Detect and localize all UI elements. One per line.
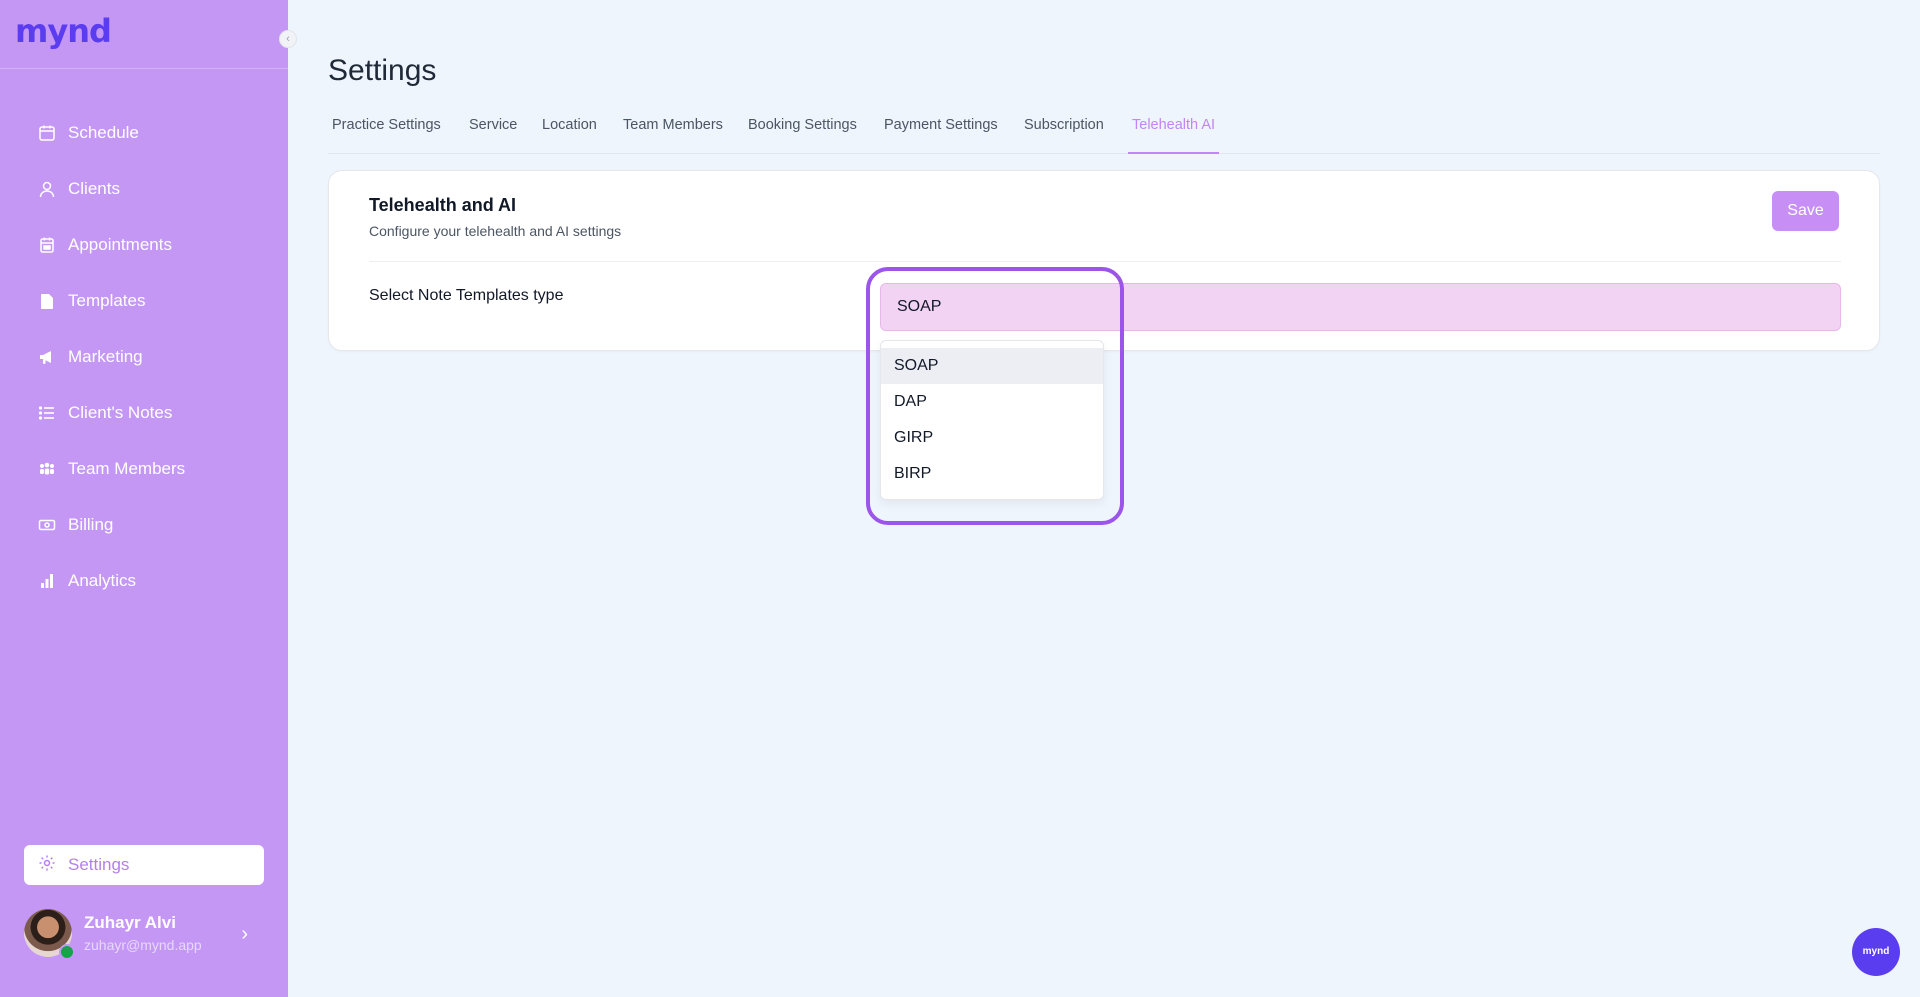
tab-practice-settings[interactable]: Practice Settings bbox=[328, 111, 445, 154]
bar-chart-icon bbox=[38, 572, 56, 590]
calendar-icon bbox=[38, 124, 56, 142]
chevron-left-icon: ‹ bbox=[286, 33, 290, 45]
tab-telehealth-ai[interactable]: Telehealth AI bbox=[1128, 111, 1220, 154]
save-button[interactable]: Save bbox=[1772, 191, 1839, 231]
sidebar-item-label: Team Members bbox=[68, 459, 186, 478]
cash-icon bbox=[38, 516, 56, 534]
user-email: zuhayr@mynd.app bbox=[84, 937, 202, 953]
tab-service[interactable]: Service bbox=[465, 111, 521, 154]
note-template-type-select[interactable]: SOAP bbox=[880, 283, 1841, 331]
sidebar-item-label: Schedule bbox=[68, 123, 139, 142]
team-icon bbox=[38, 460, 56, 478]
sidebar-item-label: Clients bbox=[68, 179, 120, 198]
sidebar-divider bbox=[0, 68, 288, 69]
note-template-type-dropdown: SOAP DAP GIRP BIRP bbox=[880, 340, 1104, 500]
page-title: Settings bbox=[328, 54, 437, 87]
dropdown-option-girp[interactable]: GIRP bbox=[881, 420, 1103, 456]
tab-subscription[interactable]: Subscription bbox=[1020, 111, 1108, 154]
settings-tabs: Practice Settings Service Location Team … bbox=[328, 111, 1880, 154]
sidebar-item-label: Billing bbox=[68, 515, 114, 534]
list-icon bbox=[38, 404, 56, 422]
sidebar-item-analytics[interactable]: Analytics bbox=[38, 567, 136, 595]
user-icon bbox=[38, 180, 56, 198]
dropdown-option-soap[interactable]: SOAP bbox=[881, 348, 1103, 384]
sidebar-item-appointments[interactable]: Appointments bbox=[38, 231, 172, 259]
sidebar-item-label: Settings bbox=[68, 855, 130, 874]
sidebar-item-label: Client's Notes bbox=[68, 403, 173, 422]
mynd-logo[interactable]: mynd bbox=[15, 12, 112, 50]
sidebar-item-marketing[interactable]: Marketing bbox=[38, 343, 143, 371]
sidebar-item-label: Appointments bbox=[68, 235, 172, 254]
user-name: Zuhayr Alvi bbox=[84, 913, 176, 932]
note-template-type-label: Select Note Templates type bbox=[369, 287, 564, 304]
sidebar-item-clients-notes[interactable]: Client's Notes bbox=[38, 399, 172, 427]
sidebar-item-team-members[interactable]: Team Members bbox=[38, 455, 185, 483]
collapse-sidebar-button[interactable]: ‹ bbox=[279, 30, 297, 48]
megaphone-icon bbox=[38, 348, 56, 366]
sidebar-item-label: Marketing bbox=[68, 347, 143, 366]
calendar-check-icon bbox=[38, 236, 56, 254]
sidebar-item-label: Analytics bbox=[68, 571, 137, 590]
tab-team-members[interactable]: Team Members bbox=[619, 111, 727, 154]
tab-location[interactable]: Location bbox=[538, 111, 601, 154]
card-divider bbox=[369, 261, 1841, 262]
sidebar-item-clients[interactable]: Clients bbox=[38, 175, 120, 203]
tab-booking-settings[interactable]: Booking Settings bbox=[744, 111, 861, 154]
gear-icon bbox=[38, 854, 56, 877]
card-title: Telehealth and AI bbox=[369, 195, 517, 215]
mynd-chat-button[interactable]: mynd bbox=[1852, 928, 1900, 976]
card-subtitle: Configure your telehealth and AI setting… bbox=[369, 223, 622, 239]
avatar bbox=[24, 909, 75, 960]
chevron-right-icon[interactable]: › bbox=[241, 923, 248, 946]
dropdown-option-birp[interactable]: BIRP bbox=[881, 456, 1103, 492]
sidebar-item-settings[interactable]: Settings bbox=[24, 845, 264, 885]
dropdown-option-dap[interactable]: DAP bbox=[881, 384, 1103, 420]
user-profile[interactable]: Zuhayr Alvi zuhayr@mynd.app › bbox=[24, 909, 264, 960]
sidebar-item-templates[interactable]: Templates bbox=[38, 287, 145, 315]
sidebar-item-label: Templates bbox=[68, 291, 146, 310]
document-icon bbox=[38, 292, 56, 310]
sidebar: mynd Schedule Clients Appointments Templ… bbox=[0, 0, 288, 997]
sidebar-item-schedule[interactable]: Schedule bbox=[38, 119, 139, 147]
tab-payment-settings[interactable]: Payment Settings bbox=[880, 111, 1002, 154]
sidebar-item-billing[interactable]: Billing bbox=[38, 511, 113, 539]
online-status-dot bbox=[59, 944, 75, 960]
